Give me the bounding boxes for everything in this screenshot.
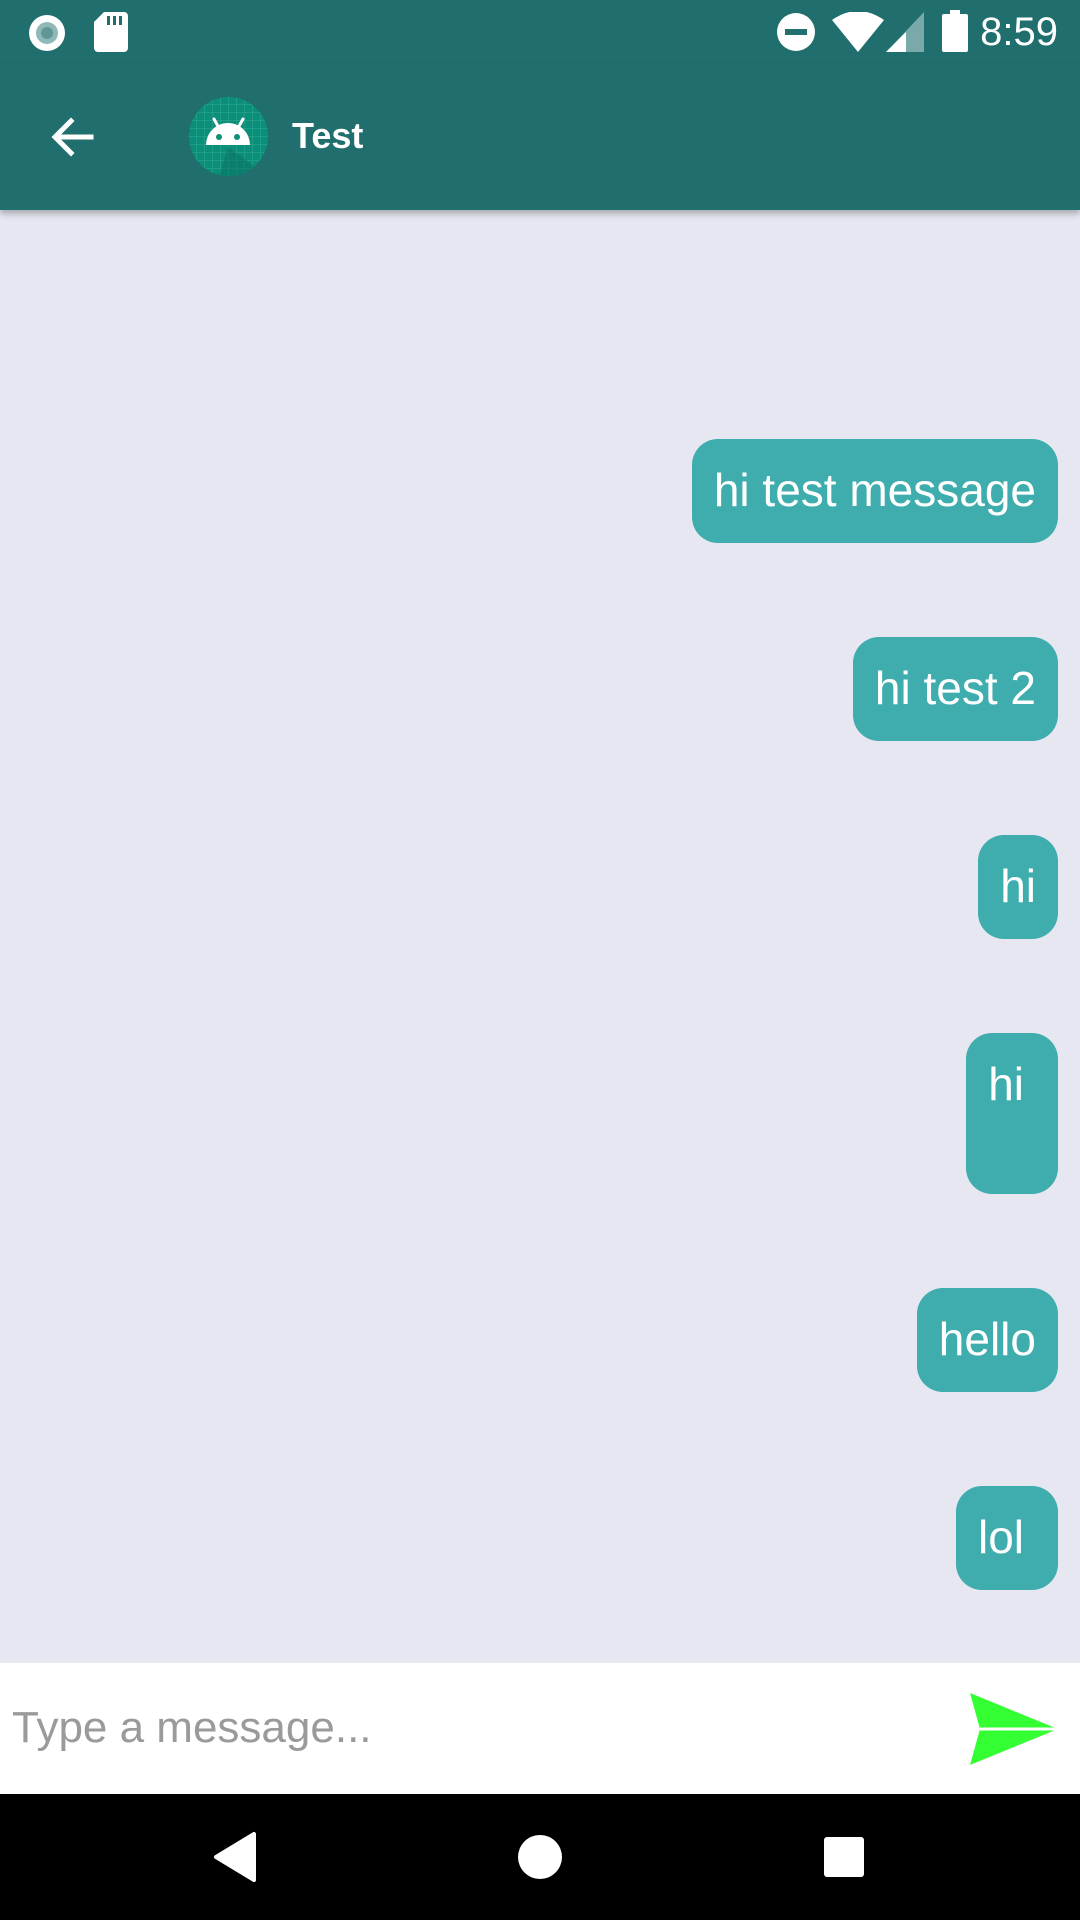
chat-title: Test [292, 115, 364, 156]
nav-home-icon [518, 1835, 562, 1879]
avatar[interactable] [189, 97, 268, 176]
composer-bar [0, 1663, 1080, 1794]
status-time: 8:59 [980, 10, 1058, 54]
arrow-back-icon [51, 117, 94, 157]
record-icon [26, 12, 68, 59]
message-bubble[interactable]: hi [978, 835, 1058, 939]
nav-back-icon [214, 1832, 256, 1882]
message-bubble[interactable]: hi test 2 [852, 637, 1058, 741]
nav-recents-button[interactable] [813, 1826, 875, 1888]
send-button[interactable] [962, 1685, 1062, 1773]
send-icon [970, 1693, 1058, 1765]
message-bubble[interactable]: hi test message [691, 439, 1058, 543]
wifi-icon [832, 11, 884, 57]
message-bubble[interactable]: lol [955, 1486, 1058, 1590]
android-icon [189, 97, 268, 176]
back-button[interactable] [30, 100, 116, 174]
battery-icon [942, 10, 968, 57]
message-input[interactable] [12, 1685, 912, 1771]
app-bar: Test [0, 63, 1080, 210]
message-bubble[interactable]: hi [966, 1033, 1058, 1194]
cell-signal-icon [886, 12, 924, 57]
nav-back-button[interactable] [208, 1826, 270, 1888]
navigation-bar [0, 1794, 1080, 1920]
chat-screen: 8:59 Test hi test message hi test 2 hi h… [0, 0, 1080, 1920]
nav-home-button[interactable] [509, 1826, 571, 1888]
nav-recents-icon [824, 1837, 864, 1877]
sd-card-icon [94, 12, 128, 57]
message-list[interactable]: hi test message hi test 2 hi hi hello lo… [0, 210, 1080, 1663]
message-bubble[interactable]: hello [916, 1288, 1058, 1392]
do-not-disturb-icon [776, 12, 816, 57]
status-bar: 8:59 [0, 0, 1080, 63]
